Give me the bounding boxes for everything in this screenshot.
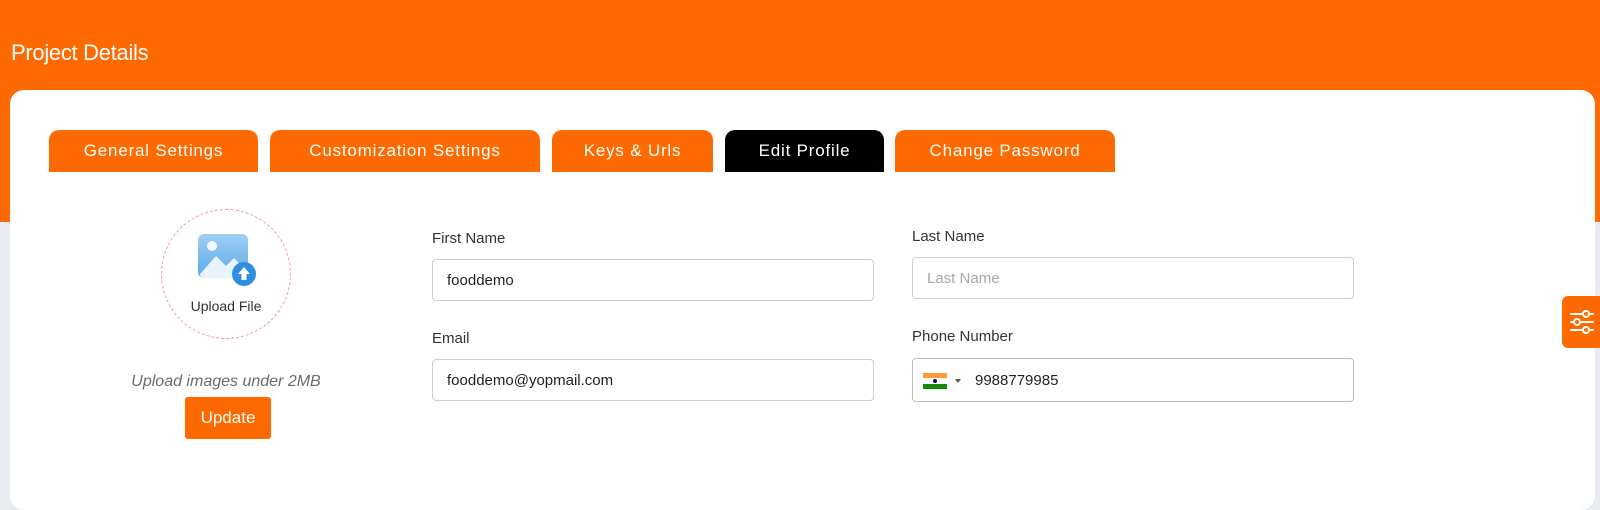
last-name-label: Last Name bbox=[912, 228, 985, 245]
tab-label: General Settings bbox=[83, 141, 224, 160]
settings-slider-button[interactable] bbox=[1562, 296, 1600, 348]
country-code-select[interactable] bbox=[923, 373, 967, 389]
last-name-input[interactable] bbox=[912, 257, 1354, 299]
tab-change-password[interactable]: Change Password bbox=[895, 130, 1115, 172]
upload-hint: Upload images under 2MB bbox=[131, 373, 321, 390]
tab-customization-settings[interactable]: Customization Settings bbox=[270, 130, 540, 172]
tab-label: Keys & Urls bbox=[583, 141, 682, 160]
tab-keys-urls[interactable]: Keys & Urls bbox=[552, 130, 713, 172]
tab-general-settings[interactable]: General Settings bbox=[49, 130, 258, 172]
phone-number-field bbox=[912, 358, 1354, 402]
tab-label: Customization Settings bbox=[309, 141, 501, 160]
tab-label: Change Password bbox=[929, 141, 1081, 160]
email-label: Email bbox=[432, 330, 470, 347]
upload-dropzone[interactable]: Upload File bbox=[161, 209, 291, 339]
first-name-input[interactable] bbox=[432, 259, 874, 301]
upload-label: Upload File bbox=[190, 298, 262, 314]
phone-number-input[interactable] bbox=[975, 359, 1335, 401]
india-flag-icon bbox=[923, 373, 947, 389]
page-title: Project Details bbox=[11, 40, 149, 65]
tab-label: Edit Profile bbox=[758, 141, 851, 160]
tab-edit-profile[interactable]: Edit Profile bbox=[725, 130, 884, 172]
sliders-icon bbox=[1570, 310, 1594, 334]
email-input[interactable] bbox=[432, 359, 874, 401]
phone-number-label: Phone Number bbox=[912, 328, 1013, 345]
image-upload-icon bbox=[198, 234, 256, 286]
chevron-down-icon bbox=[955, 379, 961, 383]
first-name-label: First Name bbox=[432, 230, 506, 247]
update-button[interactable]: Update bbox=[185, 397, 271, 439]
